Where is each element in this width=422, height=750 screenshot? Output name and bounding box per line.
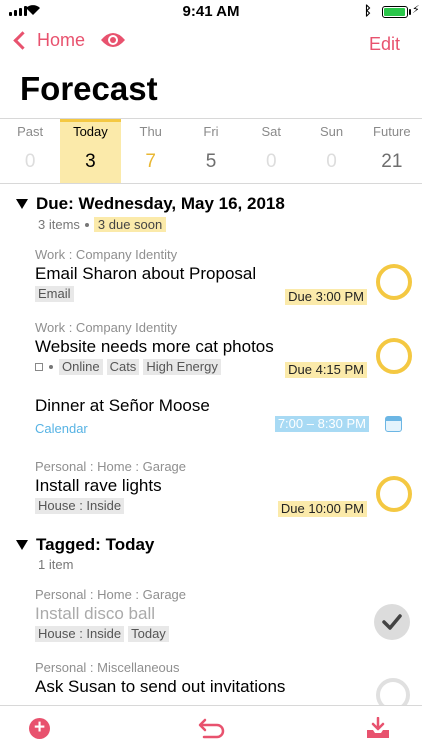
item-count: 3 items: [38, 217, 80, 232]
item-title: Website needs more cat photos: [35, 337, 274, 356]
day-label: Thu: [139, 124, 162, 139]
day-sat[interactable]: Sat 0: [241, 119, 301, 183]
disclosure-triangle-icon: [16, 540, 28, 550]
day-future[interactable]: Future 21: [362, 119, 422, 183]
separator-dot: [84, 222, 89, 227]
status-time: 9:41 AM: [182, 3, 240, 20]
due-badge: Due 10:00 PM: [277, 501, 367, 517]
item-count: 1 item: [38, 557, 74, 572]
day-count: 5: [205, 151, 217, 172]
day-label: Future: [373, 124, 411, 139]
tag: Today: [128, 626, 169, 642]
day-label: Past: [17, 124, 44, 139]
list-item[interactable]: Personal : Home : Garage Install rave li…: [35, 459, 422, 517]
day-count: 3: [85, 151, 96, 172]
edit-button[interactable]: Edit: [369, 34, 400, 55]
event-title: Dinner at Señor Moose: [35, 396, 210, 415]
due-badge: Due 3:00 PM: [285, 289, 367, 305]
item-breadcrumb: Work : Company Identity: [35, 320, 178, 335]
tag: House : Inside: [35, 626, 125, 642]
day-past[interactable]: Past 0: [0, 119, 60, 183]
item-tags: House : Inside Today: [35, 626, 422, 642]
list-item[interactable]: Work : Company Identity Website needs mo…: [35, 320, 422, 378]
chevron-left-icon: [13, 31, 32, 50]
calendar-event[interactable]: Dinner at Señor Moose Calendar 7:00 – 8:…: [35, 394, 422, 436]
item-breadcrumb: Work : Company Identity: [35, 247, 178, 262]
undo-icon[interactable]: [198, 717, 226, 739]
due-section-header[interactable]: Due: Wednesday, May 16, 2018: [16, 194, 285, 214]
tag: Email: [35, 286, 74, 302]
item-breadcrumb: Personal : Home : Garage: [35, 587, 187, 602]
item-title: Email Sharon about Proposal: [35, 264, 257, 283]
tag: House : Inside: [35, 498, 125, 514]
battery-cap: [409, 9, 411, 15]
item-title: Install rave lights: [35, 476, 162, 495]
day-count: 7: [145, 151, 156, 172]
due-section-summary: 3 items 3 due soon: [38, 217, 167, 232]
note-icon: [35, 363, 43, 371]
day-label: Fri: [203, 124, 219, 139]
day-count: 0: [326, 151, 337, 172]
nav-bar: Home Edit: [0, 26, 422, 62]
list-item[interactable]: Personal : Miscellaneous Ask Susan to se…: [35, 660, 422, 697]
complete-checkbox[interactable]: [376, 264, 412, 300]
item-title: Ask Susan to send out invitations: [35, 677, 286, 696]
day-thu[interactable]: Thu 7: [121, 119, 181, 183]
completed-checkbox[interactable]: [374, 604, 410, 640]
item-breadcrumb: Personal : Miscellaneous: [35, 660, 180, 675]
due-badge: Due 4:15 PM: [285, 362, 367, 378]
bluetooth-icon: ᛒ: [364, 3, 372, 18]
tag: Online: [59, 359, 103, 375]
day-sun[interactable]: Sun 0: [301, 119, 361, 183]
day-fri[interactable]: Fri 5: [181, 119, 241, 183]
checkmark-icon: [382, 614, 402, 630]
day-label: Sat: [261, 124, 282, 139]
day-count: 0: [24, 151, 36, 172]
status-bar: 9:41 AM ᛒ ⚡: [0, 0, 422, 22]
separator-dot: [49, 365, 53, 369]
day-label: Today: [73, 124, 108, 139]
page-title: Forecast: [20, 70, 158, 107]
list-item[interactable]: Work : Company Identity Email Sharon abo…: [35, 247, 422, 305]
day-today[interactable]: Today 3: [60, 119, 121, 183]
list-item[interactable]: Personal : Home : Garage Install disco b…: [35, 587, 422, 642]
inbox-icon[interactable]: [366, 717, 390, 739]
eye-icon[interactable]: [100, 31, 126, 49]
day-label: Sun: [319, 124, 344, 139]
item-title: Install disco ball: [35, 604, 156, 623]
charging-icon: ⚡: [412, 4, 420, 16]
disclosure-triangle-icon: [16, 199, 28, 209]
item-breadcrumb: Personal : Home : Garage: [35, 459, 187, 474]
battery-icon: [382, 6, 408, 18]
tagged-section-header[interactable]: Tagged: Today: [16, 535, 154, 555]
back-label: Home: [37, 30, 86, 50]
section-title: Tagged: Today: [36, 535, 155, 554]
tagged-section-summary: 1 item: [38, 557, 73, 572]
complete-checkbox[interactable]: [376, 476, 412, 512]
bottom-toolbar: +: [0, 705, 422, 750]
forecast-strip: Past 0 Today 3 Thu 7 Fri 5 Sat 0 Sun 0 F…: [0, 118, 422, 184]
complete-checkbox[interactable]: [376, 338, 412, 374]
add-icon[interactable]: +: [29, 718, 50, 739]
day-count: 21: [381, 151, 403, 172]
calendar-icon: [385, 416, 402, 432]
event-time: 7:00 – 8:30 PM: [274, 416, 369, 432]
section-title: Due: Wednesday, May 16, 2018: [36, 194, 285, 213]
back-button[interactable]: Home: [10, 30, 85, 51]
tag: Cats: [106, 359, 140, 375]
tag: High Energy: [143, 359, 221, 375]
due-soon-badge: 3 due soon: [93, 217, 167, 232]
day-count: 0: [265, 151, 277, 172]
